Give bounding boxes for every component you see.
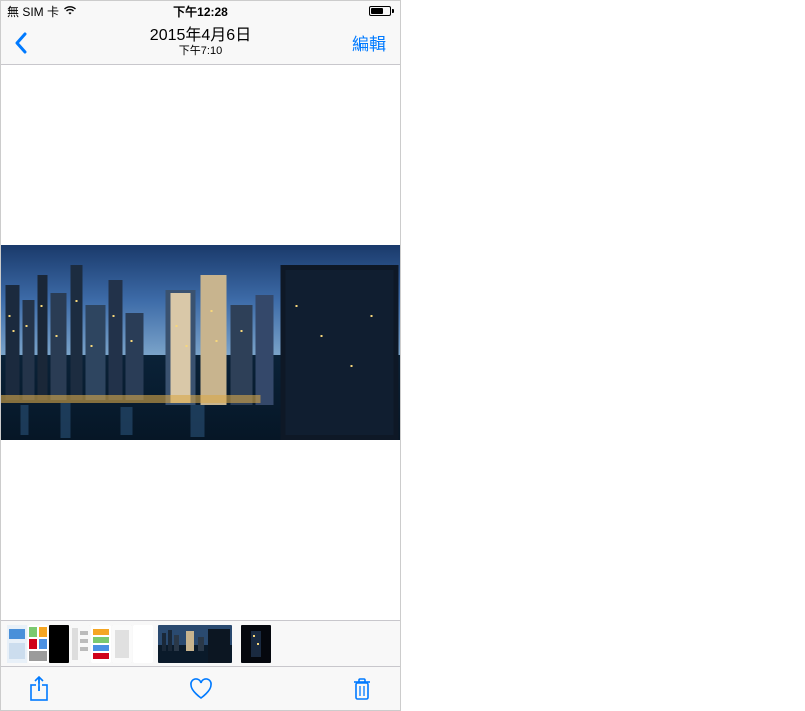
- delete-button[interactable]: [342, 669, 382, 709]
- favorite-button[interactable]: [181, 669, 221, 709]
- device-frame: 無 SIM 卡 下午12:28 2015年4月6日: [0, 0, 401, 711]
- nav-title: 2015年4月6日 下午7:10: [150, 27, 251, 58]
- share-icon: [29, 676, 49, 702]
- status-left: 無 SIM 卡: [7, 3, 77, 20]
- carrier-text: 無 SIM 卡: [7, 3, 59, 20]
- edit-button[interactable]: 編輯: [346, 30, 392, 55]
- back-chevron-icon: [14, 32, 27, 54]
- thumbnail[interactable]: [112, 625, 132, 663]
- thumbnail[interactable]: [28, 625, 48, 663]
- thumbnail[interactable]: [7, 625, 27, 663]
- thumbnail-selected[interactable]: [158, 625, 232, 663]
- wifi-icon: [63, 4, 77, 18]
- photo-main: [1, 245, 400, 440]
- status-time: 下午12:28: [173, 3, 228, 20]
- thumbnail[interactable]: [70, 625, 90, 663]
- photo-viewer[interactable]: [1, 65, 400, 620]
- share-button[interactable]: [19, 669, 59, 709]
- heart-icon: [188, 677, 214, 701]
- thumbnail[interactable]: [133, 625, 153, 663]
- status-right: [369, 6, 394, 16]
- photo-time: 下午7:10: [150, 45, 251, 58]
- status-bar: 無 SIM 卡 下午12:28: [1, 1, 400, 21]
- back-button[interactable]: [9, 25, 31, 61]
- nav-bar: 2015年4月6日 下午7:10 編輯: [1, 21, 400, 65]
- photo-date: 2015年4月6日: [150, 27, 251, 45]
- battery-icon: [369, 6, 394, 16]
- thumbnail[interactable]: [241, 625, 271, 663]
- thumbnail[interactable]: [49, 625, 69, 663]
- trash-icon: [352, 677, 372, 701]
- bottom-toolbar: [1, 666, 400, 710]
- thumbnail-strip[interactable]: [1, 620, 400, 666]
- thumbnail[interactable]: [91, 625, 111, 663]
